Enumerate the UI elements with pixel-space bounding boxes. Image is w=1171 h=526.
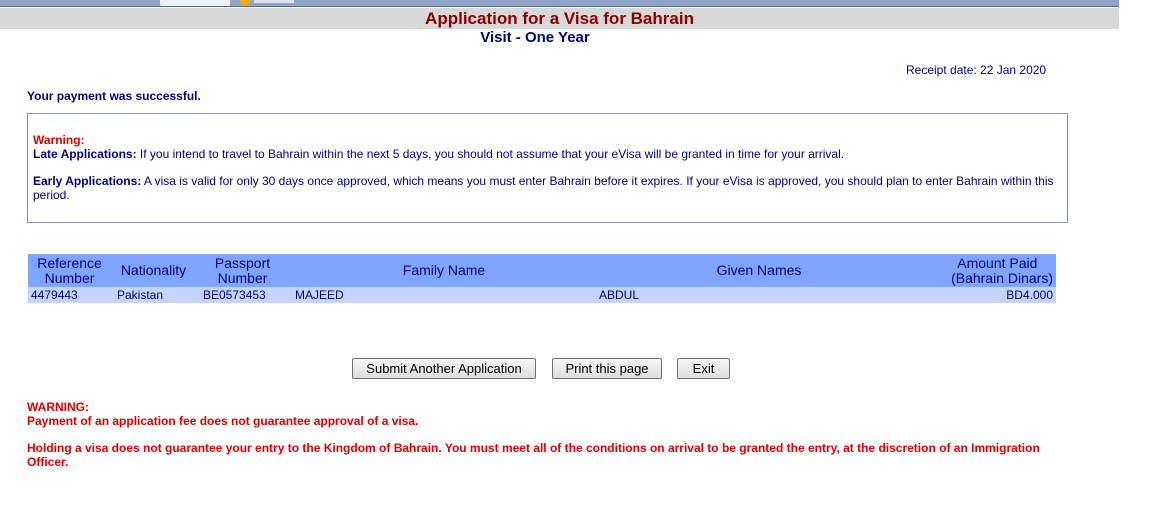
exit-button[interactable]: Exit [677, 358, 730, 379]
table-header-row: Reference Number Nationality Passport Numb… [28, 254, 1056, 287]
submit-another-application-button[interactable]: Submit Another Application [352, 358, 536, 379]
receipt-date: Receipt date: 22 Jan 2020 [906, 63, 1047, 77]
payment-details-table: Reference Number Nationality Passport Numb… [28, 254, 1056, 303]
bottom-warning-entry-notice: Holding a visa does not guarantee your e… [27, 441, 1040, 469]
top-banner [0, 0, 1119, 7]
early-applications-text: A visa is valid for only 30 days once ap… [33, 174, 1054, 202]
cell-passport-number: BE0573453 [196, 287, 289, 303]
header-nationality: Nationality [111, 254, 196, 287]
cell-given-names: ABDUL [599, 287, 919, 303]
cell-amount-paid: BD4.000 [919, 287, 1056, 303]
bottom-warning: WARNING: Payment of an application fee d… [27, 400, 1067, 469]
visa-type-subtitle: Visit - One Year [480, 29, 590, 46]
table-row: 4479443 Pakistan BE0573453 MAJEED ABDUL … [28, 287, 1056, 303]
payment-success-message: Your payment was successful. [27, 89, 201, 103]
late-applications-label: Late Applications: [33, 147, 137, 161]
late-applications-notice: Late Applications: If you intend to trav… [33, 147, 1062, 161]
header-family-name: Family Name [289, 254, 599, 287]
notice-title: Warning: [33, 133, 85, 147]
print-page-button[interactable]: Print this page [552, 358, 662, 379]
late-applications-text: If you intend to travel to Bahrain withi… [136, 147, 845, 161]
warning-notice-box: Warning: Late Applications: If you inten… [27, 113, 1068, 223]
page-title: Application for a Visa for Bahrain [425, 9, 694, 28]
cell-family-name: MAJEED [289, 287, 599, 303]
cell-reference-number: 4479443 [28, 287, 111, 303]
bottom-warning-fee-notice: Payment of an application fee does not g… [27, 414, 419, 428]
header-reference-number: Reference Number [28, 254, 111, 287]
title-bar: Application for a Visa for Bahrain [0, 8, 1119, 29]
logo [160, 0, 310, 6]
cell-nationality: Pakistan [111, 287, 196, 303]
bottom-warning-title: WARNING: [27, 400, 89, 414]
header-given-names: Given Names [599, 254, 919, 287]
header-amount-paid: Amount Paid (Bahrain Dinars) [919, 254, 1056, 287]
header-passport-number: Passport Number [196, 254, 289, 287]
early-applications-notice: Early Applications: A visa is valid for … [33, 174, 1062, 202]
early-applications-label: Early Applications: [33, 174, 142, 188]
